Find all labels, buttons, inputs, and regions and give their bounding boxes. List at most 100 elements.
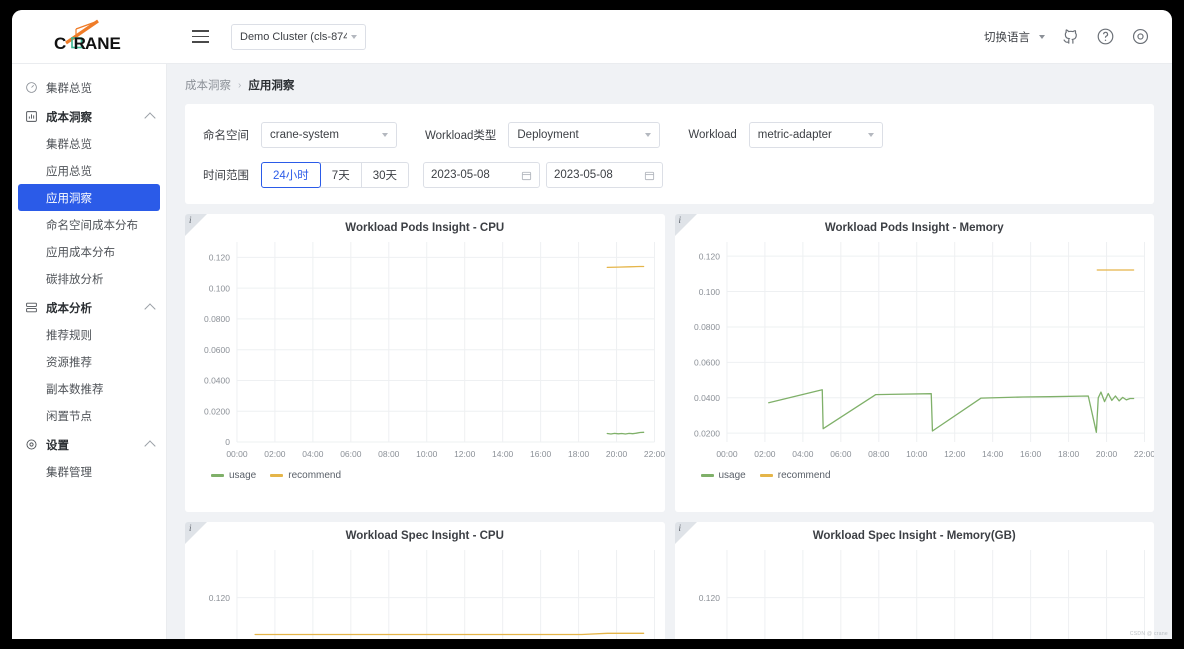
legend-swatch-usage xyxy=(700,474,714,477)
timerange-button-group: 24小时 7天 30天 xyxy=(261,162,409,188)
workload-select[interactable]: metric-adapter xyxy=(748,122,883,148)
workload-type-label: Workload类型 xyxy=(425,130,497,142)
timerange-30d-button[interactable]: 30天 xyxy=(360,162,409,188)
gear-icon xyxy=(24,438,38,452)
info-icon[interactable]: i xyxy=(189,523,192,533)
end-date-input[interactable]: 2023-05-08 xyxy=(546,162,663,188)
sidebar-item-app-insight[interactable]: 应用洞察 xyxy=(18,184,160,211)
cluster-selector-value: Demo Cluster (cls-874tp7b xyxy=(240,30,347,43)
calendar-icon xyxy=(521,170,532,181)
crane-logo[interactable]: C R ANE xyxy=(12,10,167,64)
sidebar-item-idle-nodes[interactable]: 闲置节点 xyxy=(12,402,166,429)
svg-text:16:00: 16:00 xyxy=(1020,449,1042,459)
sidebar-item-label: 资源推荐 xyxy=(46,356,92,369)
sidebar-group-cost-insight[interactable]: 成本洞察 xyxy=(12,103,166,130)
end-date-value: 2023-05-08 xyxy=(554,169,613,181)
settings-icon[interactable] xyxy=(1131,27,1150,46)
top-header: C R ANE Demo Cluster (cls-874tp7b 切换语言 xyxy=(12,10,1172,64)
sidebar-item-recommend-rules[interactable]: 推荐规则 xyxy=(12,321,166,348)
sidebar-item-app-cost[interactable]: 应用成本分布 xyxy=(12,238,166,265)
chart-row-spec-insight: i Workload Spec Insight - CPU 0.1200.100… xyxy=(185,522,1154,639)
workload-label: Workload xyxy=(688,129,737,141)
workload-type-select[interactable]: Deployment xyxy=(508,122,661,148)
svg-text:C: C xyxy=(54,34,66,53)
svg-text:0.100: 0.100 xyxy=(698,287,720,297)
sidebar-group-label: 成本分析 xyxy=(46,302,92,315)
github-icon[interactable] xyxy=(1061,27,1080,46)
svg-text:12:00: 12:00 xyxy=(944,449,966,459)
sidebar-item-carbon-analysis[interactable]: 碳排放分析 xyxy=(12,265,166,292)
svg-text:02:00: 02:00 xyxy=(754,449,776,459)
sidebar-item-label: 副本数推荐 xyxy=(46,383,104,396)
start-date-input[interactable]: 2023-05-08 xyxy=(423,162,540,188)
crane-logo-icon: C R ANE xyxy=(54,19,120,53)
svg-text:22:00: 22:00 xyxy=(644,449,665,459)
breadcrumb-parent[interactable]: 成本洞察 xyxy=(185,77,231,93)
hamburger-icon[interactable] xyxy=(187,24,213,50)
svg-text:0.0200: 0.0200 xyxy=(694,428,720,438)
legend-swatch-recommend xyxy=(270,474,284,477)
sidebar-item-label: 集群管理 xyxy=(46,466,92,479)
app-window: C R ANE Demo Cluster (cls-874tp7b 切换语言 xyxy=(12,10,1172,639)
svg-text:06:00: 06:00 xyxy=(340,449,362,459)
info-icon[interactable]: i xyxy=(679,215,682,225)
svg-text:0.120: 0.120 xyxy=(209,593,231,603)
sidebar-group-label: 设置 xyxy=(46,439,69,452)
filter-panel: 命名空间 crane-system Workload类型 Deployment … xyxy=(185,104,1154,204)
sidebar-item-cluster-management[interactable]: 集群管理 xyxy=(12,458,166,485)
svg-text:16:00: 16:00 xyxy=(530,449,552,459)
svg-text:14:00: 14:00 xyxy=(982,449,1004,459)
sidebar: 集群总览 成本洞察 集群总览 应用总览 应用洞察 命名空间成本分布 应用成本分布 xyxy=(12,64,167,639)
sidebar-item-namespace-cost[interactable]: 命名空间成本分布 xyxy=(12,211,166,238)
svg-text:22:00: 22:00 xyxy=(1133,449,1154,459)
svg-text:0.0600: 0.0600 xyxy=(204,345,230,355)
sidebar-item-label: 闲置节点 xyxy=(46,410,92,423)
breadcrumb-current: 应用洞察 xyxy=(248,80,295,92)
svg-text:00:00: 00:00 xyxy=(716,449,738,459)
sidebar-item-cluster-overview[interactable]: 集群总览 xyxy=(12,74,166,101)
svg-text:08:00: 08:00 xyxy=(378,449,400,459)
chart-plot-area: 0.1200.100 xyxy=(675,542,1155,639)
svg-text:0.0600: 0.0600 xyxy=(694,358,720,368)
chart-card-pods-cpu: i Workload Pods Insight - CPU 0.120 0.100… xyxy=(185,214,665,512)
help-icon[interactable] xyxy=(1096,27,1115,46)
info-icon[interactable]: i xyxy=(679,523,682,533)
sidebar-item-label: 推荐规则 xyxy=(46,329,92,342)
sidebar-group-settings[interactable]: 设置 xyxy=(12,431,166,458)
chevron-down-icon xyxy=(351,34,357,39)
header-actions: 切换语言 xyxy=(984,27,1172,46)
svg-text:00:00: 00:00 xyxy=(226,449,248,459)
svg-text:0: 0 xyxy=(225,437,230,447)
sidebar-item-cluster-overview-sub[interactable]: 集群总览 xyxy=(12,130,166,157)
svg-text:0.120: 0.120 xyxy=(209,253,231,263)
language-switcher[interactable]: 切换语言 xyxy=(984,29,1045,45)
svg-text:10:00: 10:00 xyxy=(906,449,928,459)
chart-plot-area: 0.1200.100 xyxy=(185,542,665,639)
chart-title: Workload Spec Insight - CPU xyxy=(345,530,504,542)
info-icon[interactable]: i xyxy=(189,215,192,225)
chart-title: Workload Pods Insight - CPU xyxy=(345,222,505,234)
sidebar-item-app-overview[interactable]: 应用总览 xyxy=(12,157,166,184)
timerange-7d-button[interactable]: 7天 xyxy=(319,162,362,188)
sidebar-group-cost-analysis[interactable]: 成本分析 xyxy=(12,294,166,321)
chart-card-spec-memory: i Workload Spec Insight - Memory(GB) 0.1… xyxy=(674,522,1155,639)
sidebar-item-label: 集群总览 xyxy=(46,138,92,151)
chevron-down-icon xyxy=(1039,34,1045,39)
svg-text:08:00: 08:00 xyxy=(868,449,890,459)
sidebar-item-replica-recommend[interactable]: 副本数推荐 xyxy=(12,375,166,402)
svg-text:06:00: 06:00 xyxy=(830,449,852,459)
chart-icon xyxy=(24,110,38,124)
chart-plot-area: 0.120 0.100 0.0800 0.0600 0.0400 0.0200 0 00:00… xyxy=(185,234,665,474)
svg-text:12:00: 12:00 xyxy=(454,449,476,459)
cluster-selector[interactable]: Demo Cluster (cls-874tp7b xyxy=(231,23,366,50)
legend-swatch-recommend xyxy=(759,474,773,477)
analysis-icon xyxy=(24,301,38,315)
svg-text:20:00: 20:00 xyxy=(1095,449,1117,459)
namespace-select[interactable]: crane-system xyxy=(261,122,397,148)
sidebar-item-resource-recommend[interactable]: 资源推荐 xyxy=(12,348,166,375)
timerange-24h-button[interactable]: 24小时 xyxy=(261,162,321,188)
chart-card-pods-memory: i Workload Pods Insight - Memory 0.120 0.… xyxy=(674,214,1154,512)
sidebar-item-label: 应用成本分布 xyxy=(46,246,115,259)
language-switcher-label: 切换语言 xyxy=(984,31,1030,44)
svg-text:18:00: 18:00 xyxy=(1057,449,1079,459)
